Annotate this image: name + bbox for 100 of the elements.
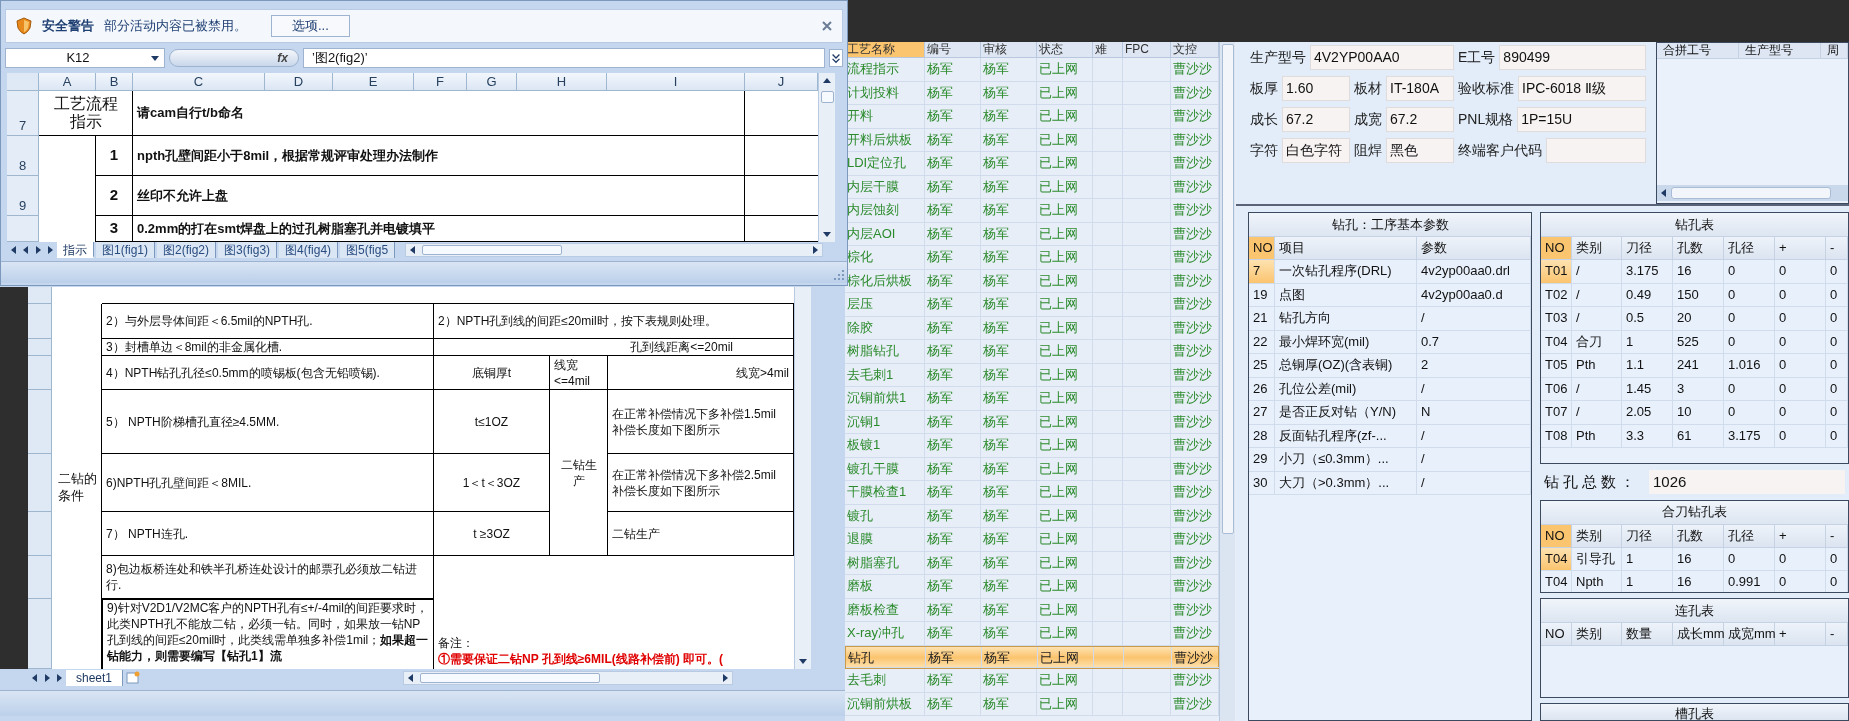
column-header[interactable]: 生产型号	[1739, 43, 1821, 59]
text-field[interactable]: 1P=15U	[1517, 107, 1646, 132]
last-sheet-icon[interactable]	[54, 673, 64, 683]
column-header[interactable]: +	[1775, 524, 1826, 548]
list-row[interactable]: 磨板检查 杨军 杨军 已上网 曹沙沙	[845, 598, 1219, 622]
scrollbar-thumb[interactable]	[422, 245, 563, 255]
text-field[interactable]: IT-180A	[1386, 76, 1454, 101]
text-field[interactable]: 白色字符	[1282, 138, 1350, 163]
scroll-right-icon[interactable]	[810, 245, 820, 255]
column-header[interactable]: 审核	[981, 42, 1037, 58]
scrollbar-thumb[interactable]	[1221, 44, 1234, 534]
column-header[interactable]: 刀径	[1622, 237, 1673, 260]
column-header[interactable]: F	[414, 73, 467, 91]
scrollbar-thumb[interactable]	[820, 91, 834, 103]
horizontal-scrollbar[interactable]	[405, 243, 823, 257]
text-field[interactable]: 890499	[1499, 45, 1646, 70]
text-field[interactable]: 67.2	[1386, 107, 1454, 132]
row-header[interactable]	[28, 454, 52, 512]
table-cell[interactable]: 22	[1249, 330, 1275, 354]
list-row[interactable]: 镀孔 杨军 杨军 已上网 曹沙沙	[845, 504, 1219, 528]
table-cell[interactable]: 19	[1249, 283, 1275, 307]
row-header[interactable]	[28, 339, 52, 356]
options-button[interactable]: 选项...	[271, 15, 350, 37]
column-header[interactable]: NO	[1541, 524, 1572, 548]
list-row[interactable]: 除胶 杨军 杨军 已上网 曹沙沙	[845, 316, 1219, 340]
text-field[interactable]	[1546, 138, 1646, 163]
column-header[interactable]: 刀径	[1622, 524, 1673, 548]
total-field[interactable]: 1026	[1649, 469, 1845, 494]
table-cell[interactable]: T04	[1541, 547, 1572, 572]
list-row[interactable]: 沉铜前烘板 杨军 杨军 已上网 曹沙沙	[845, 692, 1219, 716]
table-cell[interactable]: 25	[1249, 354, 1275, 378]
first-sheet-icon[interactable]	[9, 245, 19, 255]
column-header[interactable]: NO	[1541, 237, 1572, 260]
column-header[interactable]: 文控	[1171, 42, 1219, 58]
column-header[interactable]: 类别	[1572, 524, 1622, 548]
column-header[interactable]: 成宽mm	[1724, 623, 1775, 647]
column-header[interactable]: I	[607, 73, 745, 91]
previous-sheet-icon[interactable]	[30, 673, 40, 683]
row-header[interactable]	[28, 390, 52, 454]
table-cell[interactable]: T04	[1541, 330, 1572, 354]
text-field[interactable]: 黑色	[1386, 138, 1454, 163]
text-field[interactable]: 67.2	[1282, 107, 1350, 132]
name-box[interactable]: K12	[5, 48, 165, 68]
scrollbar-thumb[interactable]	[1671, 187, 1831, 199]
table-cell[interactable]: 27	[1249, 401, 1275, 425]
column-header[interactable]: 孔数	[1673, 237, 1724, 260]
table-cell[interactable]: T08	[1541, 424, 1572, 448]
list-row[interactable]: 去毛刺1 杨军 杨军 已上网 曹沙沙	[845, 363, 1219, 387]
column-header[interactable]: B	[96, 73, 133, 91]
scroll-left-icon[interactable]	[1659, 188, 1669, 198]
column-header[interactable]: 状态	[1037, 42, 1093, 58]
horizontal-scrollbar[interactable]	[403, 671, 734, 685]
scrollbar-thumb[interactable]	[420, 673, 601, 683]
row-header[interactable]: 7	[7, 91, 39, 136]
table-cell[interactable]: T02	[1541, 283, 1572, 307]
table-cell[interactable]: 26	[1249, 377, 1275, 401]
column-header[interactable]: 成长mm	[1673, 623, 1724, 647]
sheet-tab[interactable]: 图4(fig4)	[279, 242, 339, 258]
text-field[interactable]: 4V2YP00AA0	[1310, 45, 1454, 70]
sheet-tab[interactable]: 图1(fig1)	[96, 242, 155, 258]
row-header[interactable]	[28, 556, 52, 599]
column-header[interactable]: J	[745, 73, 818, 91]
table-cell[interactable]: T01	[1541, 260, 1572, 284]
column-header[interactable]: +	[1775, 623, 1826, 647]
column-header[interactable]: G	[467, 73, 517, 91]
column-header[interactable]: 类别	[1572, 237, 1622, 260]
column-header[interactable]: NO	[1541, 623, 1572, 647]
column-header[interactable]: 项目	[1275, 237, 1417, 260]
column-header[interactable]: 数量	[1622, 623, 1673, 647]
column-header[interactable]: FPC	[1123, 42, 1171, 58]
column-header[interactable]: -	[1826, 623, 1848, 647]
dropdown-icon[interactable]	[150, 53, 160, 63]
column-header[interactable]: H	[517, 73, 607, 91]
column-header[interactable]: 难	[1093, 42, 1123, 58]
table-cell[interactable]: 30	[1249, 471, 1275, 495]
sheet-tab[interactable]: sheet1	[66, 670, 124, 686]
last-sheet-icon[interactable]	[45, 245, 55, 255]
column-header[interactable]: 合拼工号	[1657, 43, 1739, 59]
vertical-scrollbar[interactable]	[794, 287, 811, 669]
sheet-tab[interactable]: 指示	[57, 242, 94, 258]
new-sheet-icon[interactable]	[125, 671, 142, 685]
column-header[interactable]: A	[39, 73, 96, 91]
column-header[interactable]: 周	[1821, 43, 1848, 59]
table-cell[interactable]: T05	[1541, 354, 1572, 378]
table-cell[interactable]: T03	[1541, 307, 1572, 331]
list-row[interactable]: X-ray冲孔 杨军 杨军 已上网 曹沙沙	[845, 622, 1219, 646]
list-row[interactable]: 干膜检查1 杨军 杨军 已上网 曹沙沙	[845, 481, 1219, 505]
column-header[interactable]: 孔数	[1673, 524, 1724, 548]
column-header[interactable]: D	[265, 73, 333, 91]
next-sheet-icon[interactable]	[42, 673, 52, 683]
column-header[interactable]: -	[1826, 524, 1848, 548]
row-header[interactable]	[28, 356, 52, 390]
resize-grip-icon[interactable]	[833, 269, 845, 281]
column-header[interactable]: -	[1826, 237, 1848, 260]
list-row[interactable]: 板镀1 杨军 杨军 已上网 曹沙沙	[845, 434, 1219, 458]
row-header[interactable]: 9	[7, 176, 39, 216]
list-row[interactable]: 去毛刺 杨军 杨军 已上网 曹沙沙	[845, 669, 1219, 693]
table-cell[interactable]: T06	[1541, 377, 1572, 401]
list-row[interactable]: 沉铜前烘1 杨军 杨军 已上网 曹沙沙	[845, 387, 1219, 411]
text-field[interactable]: 1.60	[1282, 76, 1350, 101]
